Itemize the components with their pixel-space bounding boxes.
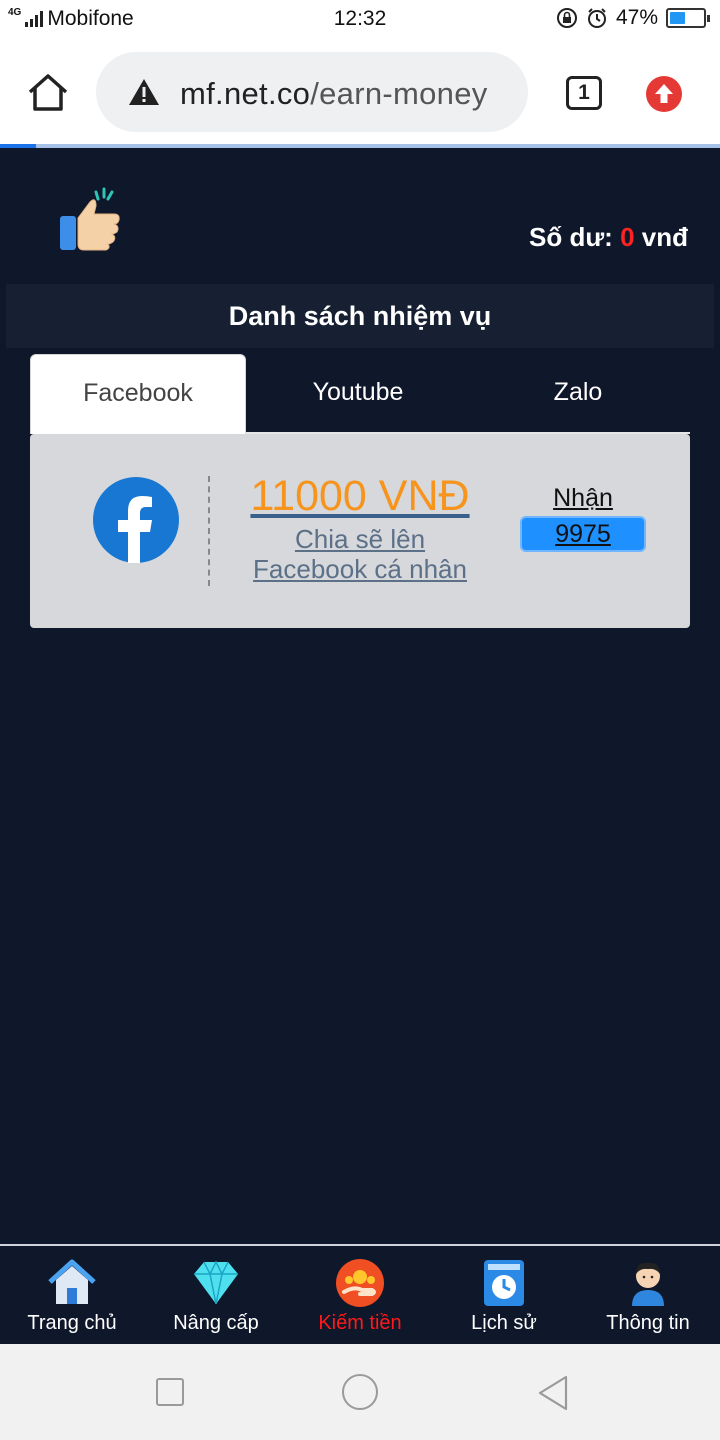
diamond-icon [194,1260,238,1305]
task-description-line2: Facebook cá nhân [253,554,467,584]
task-description-line1: Chia sẽ lên [294,524,426,554]
tab-zalo[interactable]: Zalo [470,354,686,432]
update-arrow-glyph [655,84,673,103]
tab-youtube[interactable]: Youtube [250,354,466,432]
nav-profile-label: Thông tin [606,1312,690,1334]
task-description[interactable]: Chia sẽ lên Facebook cá nhân [230,524,490,584]
nav-earn-money[interactable]: Kiếm tiền [288,1258,432,1335]
home-circle-icon[interactable] [342,1374,378,1410]
balance-unit: vnđ [641,222,688,252]
nav-upgrade-label: Nâng cấp [173,1312,259,1334]
thumbs-up-icon[interactable] [56,186,126,252]
alarm-icon [587,8,606,28]
not-secure-warning-icon[interactable] [128,78,160,106]
battery-level [670,12,685,24]
battery-percent: 47% [615,6,658,29]
balance-value: 0 [620,222,635,252]
update-arrow-icon[interactable] [646,76,682,112]
page-content: Số dư: 0 vnđ Danh sách nhiệm vụ Facebook… [0,148,720,1244]
nav-history-label: Lịch sử [471,1312,537,1334]
receive-count-button[interactable]: 9975 [520,516,646,552]
user-avatar-icon [632,1262,664,1306]
balance-label: Số dư: [529,222,613,252]
nav-home[interactable]: Trang chủ [0,1258,144,1335]
tab-facebook[interactable]: Facebook [30,354,246,434]
nav-history[interactable]: Lịch sử [432,1258,576,1335]
status-right: 47% [556,6,710,30]
nav-earn-money-label: Kiếm tiền [318,1312,402,1334]
home-icon[interactable] [26,72,70,112]
facebook-icon [93,477,179,563]
url-path: /earn-money [310,76,488,111]
page-title: Danh sách nhiệm vụ [6,284,714,348]
receive-link[interactable]: Nhận [520,484,646,513]
rotation-lock-icon [556,8,577,28]
back-triangle-icon[interactable] [536,1374,572,1412]
browser-toolbar: mf.net.co/earn-money 1 [0,38,720,144]
nav-upgrade[interactable]: Nâng cấp [144,1258,288,1335]
nav-profile[interactable]: Thông tin [576,1258,720,1335]
reward-amount[interactable]: 11000 VNĐ [242,472,478,521]
address-bar[interactable]: mf.net.co/earn-money [96,52,528,132]
recent-apps-icon[interactable] [156,1378,184,1406]
nav-home-label: Trang chủ [27,1312,117,1334]
platform-tabs: Facebook Youtube Zalo [30,354,690,434]
system-navigation-bar [0,1344,720,1440]
status-bar: 4G Mobifone 12:32 47% [0,0,720,38]
history-book-icon [484,1260,524,1306]
task-card: 11000 VNĐ Chia sẽ lên Facebook cá nhân N… [30,434,690,628]
coin-hand-icon [336,1259,384,1307]
card-divider [208,476,210,586]
tab-switcher-icon[interactable]: 1 [566,76,602,110]
house-icon [48,1259,96,1304]
bottom-nav: Trang chủ Nâng cấp Kiếm tiền Lịch sử Thô… [0,1244,720,1344]
url-text[interactable]: mf.net.co/earn-money [180,76,488,112]
url-host: mf.net.co [180,76,311,111]
balance: Số dư: 0 vnđ [529,222,688,253]
battery-icon [666,8,710,28]
